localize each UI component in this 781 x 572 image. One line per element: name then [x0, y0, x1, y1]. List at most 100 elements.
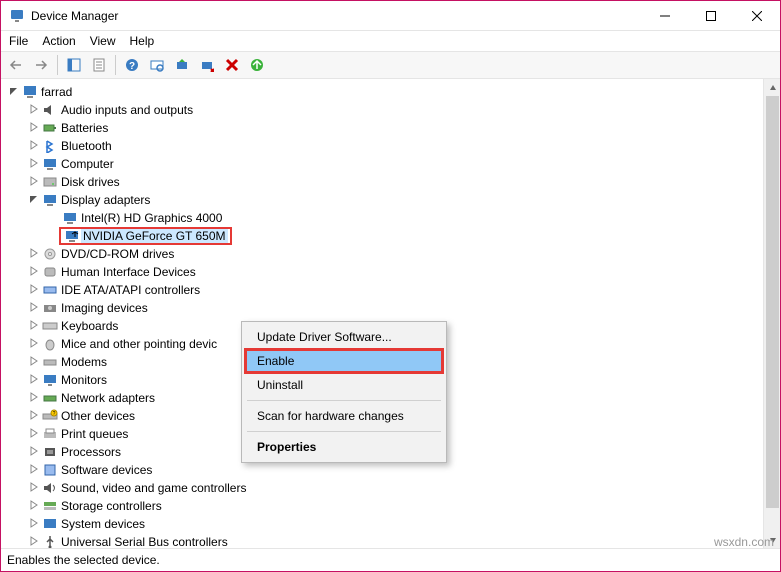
forward-button[interactable] — [30, 54, 52, 76]
tree-item-audio[interactable]: Audio inputs and outputs — [3, 101, 763, 119]
back-button[interactable] — [5, 54, 27, 76]
menu-help[interactable]: Help — [130, 34, 155, 48]
update-driver-button[interactable] — [171, 54, 193, 76]
tree-item-label: Monitors — [59, 373, 109, 387]
collapse-twist-icon[interactable] — [27, 194, 41, 207]
expand-twist-icon[interactable] — [27, 338, 41, 351]
scan-hardware-button[interactable] — [146, 54, 168, 76]
tree-item-ide[interactable]: IDE ATA/ATAPI controllers — [3, 281, 763, 299]
scroll-up-button[interactable] — [764, 79, 780, 96]
expand-twist-icon[interactable] — [27, 320, 41, 333]
expand-twist-icon[interactable] — [27, 482, 41, 495]
computer-icon — [21, 84, 39, 100]
expand-twist-icon[interactable] — [27, 302, 41, 315]
ctx-properties[interactable]: Properties — [245, 435, 443, 459]
svg-text:?: ? — [53, 411, 56, 417]
expand-twist-icon[interactable] — [27, 410, 41, 423]
expand-twist-icon[interactable] — [27, 500, 41, 513]
vertical-scrollbar[interactable] — [763, 79, 780, 548]
expand-twist-icon[interactable] — [27, 158, 41, 171]
device-manager-window: Device Manager File Action View Help ? — [0, 0, 781, 572]
tree-item-imaging[interactable]: Imaging devices — [3, 299, 763, 317]
help-button[interactable]: ? — [121, 54, 143, 76]
tree-item-software[interactable]: Software devices — [3, 461, 763, 479]
enable-button[interactable] — [246, 54, 268, 76]
tree-item-label: Modems — [59, 355, 109, 369]
ctx-scan[interactable]: Scan for hardware changes — [245, 404, 443, 428]
menu-file[interactable]: File — [9, 34, 28, 48]
separator — [247, 400, 441, 401]
tree-item-dvd[interactable]: DVD/CD-ROM drives — [3, 245, 763, 263]
tree-root[interactable]: farrad — [3, 83, 763, 101]
bluetooth-icon — [41, 138, 59, 154]
expand-twist-icon[interactable] — [27, 428, 41, 441]
show-hide-console-button[interactable] — [63, 54, 85, 76]
tree-item-usb[interactable]: Universal Serial Bus controllers — [3, 533, 763, 548]
tree-item-bluetooth[interactable]: Bluetooth — [3, 137, 763, 155]
expand-twist-icon[interactable] — [27, 392, 41, 405]
properties-button[interactable] — [88, 54, 110, 76]
tree-item-disk[interactable]: Disk drives — [3, 173, 763, 191]
tree-item-label: IDE ATA/ATAPI controllers — [59, 283, 202, 297]
tree-item-hid[interactable]: Human Interface Devices — [3, 263, 763, 281]
root-label: farrad — [39, 85, 74, 99]
tree-item-system[interactable]: System devices — [3, 515, 763, 533]
tree-item-label: Bluetooth — [59, 139, 114, 153]
expand-twist-icon[interactable] — [7, 86, 21, 99]
tree-item-label: Processors — [59, 445, 123, 459]
ctx-update-driver[interactable]: Update Driver Software... — [245, 325, 443, 349]
tree-item-display[interactable]: Display adapters — [3, 191, 763, 209]
disable-button[interactable] — [221, 54, 243, 76]
close-button[interactable] — [734, 1, 780, 30]
sound-icon — [41, 480, 59, 496]
tree-item-nvidia[interactable]: NVIDIA GeForce GT 650M — [3, 227, 763, 245]
expand-twist-icon[interactable] — [27, 266, 41, 279]
expand-twist-icon[interactable] — [27, 518, 41, 531]
tree-item-label: DVD/CD-ROM drives — [59, 247, 176, 261]
scroll-thumb[interactable] — [766, 96, 779, 508]
expand-twist-icon[interactable] — [27, 248, 41, 261]
ctx-uninstall[interactable]: Uninstall — [245, 373, 443, 397]
expand-twist-icon[interactable] — [27, 176, 41, 189]
toolbar: ? — [1, 51, 780, 79]
tree-item-storage[interactable]: Storage controllers — [3, 497, 763, 515]
device-tree[interactable]: farrad Audio inputs and outputs Batterie… — [1, 79, 763, 548]
dvd-icon — [41, 246, 59, 262]
disk-icon — [41, 174, 59, 190]
tree-item-label: Disk drives — [59, 175, 122, 189]
tree-item-sound[interactable]: Sound, video and game controllers — [3, 479, 763, 497]
computer-icon — [41, 156, 59, 172]
expand-twist-icon[interactable] — [27, 356, 41, 369]
tree-item-label: Intel(R) HD Graphics 4000 — [79, 211, 224, 225]
expand-twist-icon[interactable] — [27, 536, 41, 549]
status-text: Enables the selected device. — [7, 553, 160, 567]
minimize-button[interactable] — [642, 1, 688, 30]
maximize-button[interactable] — [688, 1, 734, 30]
expand-twist-icon[interactable] — [27, 374, 41, 387]
tree-item-label: Print queues — [59, 427, 130, 441]
tree-item-label: Computer — [59, 157, 116, 171]
menu-view[interactable]: View — [90, 34, 116, 48]
tree-item-intel[interactable]: Intel(R) HD Graphics 4000 — [3, 209, 763, 227]
scroll-down-button[interactable] — [764, 531, 780, 548]
expand-twist-icon[interactable] — [27, 446, 41, 459]
menu-action[interactable]: Action — [42, 34, 75, 48]
expand-twist-icon[interactable] — [27, 284, 41, 297]
ctx-enable[interactable]: Enable — [245, 349, 443, 373]
modems-icon — [41, 354, 59, 370]
expand-twist-icon[interactable] — [27, 140, 41, 153]
audio-icon — [41, 102, 59, 118]
expand-twist-icon[interactable] — [27, 122, 41, 135]
batteries-icon — [41, 120, 59, 136]
tree-item-computer[interactable]: Computer — [3, 155, 763, 173]
expand-twist-icon[interactable] — [27, 464, 41, 477]
tree-item-batteries[interactable]: Batteries — [3, 119, 763, 137]
usb-icon — [41, 534, 59, 548]
uninstall-button[interactable] — [196, 54, 218, 76]
monitors-icon — [41, 372, 59, 388]
tree-item-label: Display adapters — [59, 193, 152, 207]
tree-item-label: Software devices — [59, 463, 154, 477]
storage-icon — [41, 498, 59, 514]
expand-twist-icon[interactable] — [27, 104, 41, 117]
tree-item-label: Network adapters — [59, 391, 157, 405]
